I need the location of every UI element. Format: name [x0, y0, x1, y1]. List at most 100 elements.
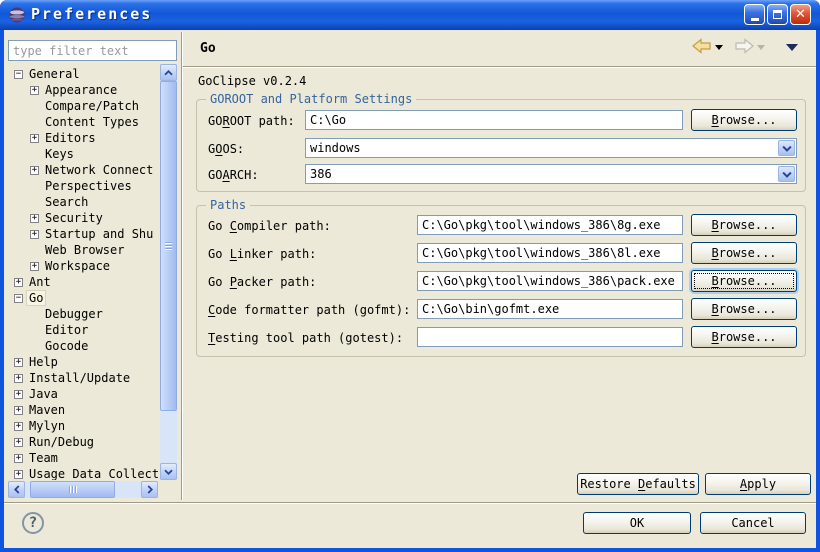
tree-item-network-connect[interactable]: + Network Connect — [8, 162, 160, 178]
tree-item-compare-patch[interactable]: Compare/Patch — [8, 98, 160, 114]
expander-plus-icon[interactable]: + — [14, 358, 23, 367]
scroll-right-button[interactable] — [141, 481, 158, 498]
view-menu-icon[interactable] — [786, 44, 798, 51]
tree-item-gocode[interactable]: Gocode — [8, 338, 160, 354]
tree-item-label: Appearance — [43, 83, 119, 97]
tree-item-run-debug[interactable]: +Run/Debug — [8, 434, 160, 450]
question-mark-icon: ? — [29, 515, 37, 531]
expander-minus-icon[interactable]: − — [14, 294, 23, 303]
testing-browse-button[interactable]: Browse... — [691, 326, 797, 348]
tree-item-perspectives[interactable]: Perspectives — [8, 178, 160, 194]
title-bar[interactable]: Preferences ✕ — [0, 0, 820, 30]
goos-value: windows — [310, 141, 361, 155]
forward-dropdown-icon[interactable] — [757, 45, 765, 50]
ok-button[interactable]: OK — [583, 512, 691, 534]
tree-item-label: Mylyn — [27, 419, 67, 433]
tree-leaf-stub — [30, 118, 39, 127]
tree-item-general[interactable]: −General — [8, 66, 160, 82]
tree-item-mylyn[interactable]: + Mylyn — [8, 418, 160, 434]
cancel-button[interactable]: Cancel — [700, 512, 806, 534]
back-arrow-icon[interactable] — [692, 37, 712, 55]
tree-item-startup-and-shu[interactable]: +Startup and Shu — [8, 226, 160, 242]
expander-plus-icon[interactable]: + — [30, 230, 39, 239]
tree-item-editor[interactable]: Editor — [8, 322, 160, 338]
tree-item-label: Network Connect — [43, 163, 155, 177]
tree-item-workspace[interactable]: + Workspace — [8, 258, 160, 274]
tree-item-appearance[interactable]: + Appearance — [8, 82, 160, 98]
tree-vertical-scrollbar[interactable] — [160, 64, 177, 480]
forward-arrow-icon[interactable] — [734, 37, 754, 55]
go-packer-path-input[interactable] — [417, 271, 683, 291]
tree-item-search[interactable]: Search — [8, 194, 160, 210]
expander-minus-icon[interactable]: − — [14, 70, 23, 79]
expander-plus-icon[interactable]: + — [14, 454, 23, 463]
tree-item-debugger[interactable]: Debugger — [8, 306, 160, 322]
tree-item-web-browser[interactable]: Web Browser — [8, 242, 160, 258]
tree-item-help[interactable]: +Help — [8, 354, 160, 370]
filter-input[interactable] — [8, 40, 177, 61]
expander-plus-icon[interactable]: + — [14, 390, 23, 399]
tree-item-usage-data-collect[interactable]: +Usage Data Collect — [8, 466, 160, 480]
tree-leaf-stub — [30, 150, 39, 159]
linker-browse-button[interactable]: Browse... — [691, 242, 797, 264]
tree-item-maven[interactable]: +Maven — [8, 402, 160, 418]
goarch-select[interactable]: 386 — [305, 164, 797, 184]
scroll-up-button[interactable] — [160, 64, 177, 81]
preferences-tree: −General + AppearanceCompare/PatchContent … — [8, 66, 160, 480]
testing-tool-path-input[interactable] — [417, 327, 683, 347]
page-title: Go — [200, 41, 216, 56]
combo-dropdown-icon[interactable] — [778, 166, 795, 182]
expander-plus-icon[interactable]: + — [14, 278, 23, 287]
maximize-button[interactable] — [767, 4, 788, 25]
horizontal-scroll-thumb[interactable] — [30, 481, 115, 498]
tree-item-label: Workspace — [43, 259, 112, 273]
restore-defaults-button[interactable]: Restore Defaults — [577, 473, 699, 495]
expander-plus-icon[interactable]: + — [30, 166, 39, 175]
expander-plus-icon[interactable]: + — [30, 214, 39, 223]
scroll-down-button[interactable] — [160, 463, 177, 480]
thumb-grip — [69, 486, 77, 493]
tree-item-go[interactable]: −Go — [8, 290, 160, 306]
tree-leaf-stub — [30, 342, 39, 351]
tree-leaf-stub — [30, 198, 39, 207]
tree-item-team[interactable]: +Team — [8, 450, 160, 466]
goarch-label: GOARCH: — [208, 168, 259, 182]
tree-item-ant[interactable]: +Ant — [8, 274, 160, 290]
back-dropdown-icon[interactable] — [715, 45, 723, 50]
packer-browse-button[interactable]: Browse... — [691, 270, 797, 292]
expander-plus-icon[interactable]: + — [14, 406, 23, 415]
tree-item-install-update[interactable]: +Install/Update — [8, 370, 160, 386]
vertical-scroll-thumb[interactable] — [160, 81, 177, 411]
tree-item-label: Web Browser — [43, 243, 126, 257]
expander-plus-icon[interactable]: + — [14, 438, 23, 447]
combo-dropdown-icon[interactable] — [778, 140, 795, 156]
go-linker-path-input[interactable] — [417, 243, 683, 263]
tree-item-label: Editors — [43, 131, 98, 145]
minimize-button[interactable] — [744, 4, 765, 25]
expander-plus-icon[interactable]: + — [14, 374, 23, 383]
expander-plus-icon[interactable]: + — [14, 470, 23, 479]
formatter-browse-button[interactable]: Browse... — [691, 298, 797, 320]
go-compiler-path-input[interactable] — [417, 215, 683, 235]
tree-horizontal-scrollbar[interactable] — [8, 481, 158, 498]
tree-item-keys[interactable]: Keys — [8, 146, 160, 162]
expander-plus-icon[interactable]: + — [30, 134, 39, 143]
tree-leaf-stub — [30, 246, 39, 255]
tree-item-security[interactable]: +Security — [8, 210, 160, 226]
group-title: Paths — [206, 198, 250, 212]
help-button[interactable]: ? — [22, 512, 44, 534]
scroll-left-button[interactable] — [8, 481, 25, 498]
tree-item-editors[interactable]: + Editors — [8, 130, 160, 146]
compiler-browse-button[interactable]: Browse... — [691, 214, 797, 236]
tree-item-content-types[interactable]: Content Types — [8, 114, 160, 130]
expander-plus-icon[interactable]: + — [30, 262, 39, 271]
expander-plus-icon[interactable]: + — [14, 422, 23, 431]
code-formatter-path-input[interactable] — [417, 299, 683, 319]
goroot-path-input[interactable] — [305, 110, 683, 130]
apply-button[interactable]: Apply — [705, 473, 811, 495]
goroot-browse-button[interactable]: Browse... — [691, 109, 797, 131]
tree-item-java[interactable]: +Java — [8, 386, 160, 402]
goos-select[interactable]: windows — [305, 138, 797, 158]
expander-plus-icon[interactable]: + — [30, 86, 39, 95]
close-button[interactable]: ✕ — [790, 4, 811, 25]
